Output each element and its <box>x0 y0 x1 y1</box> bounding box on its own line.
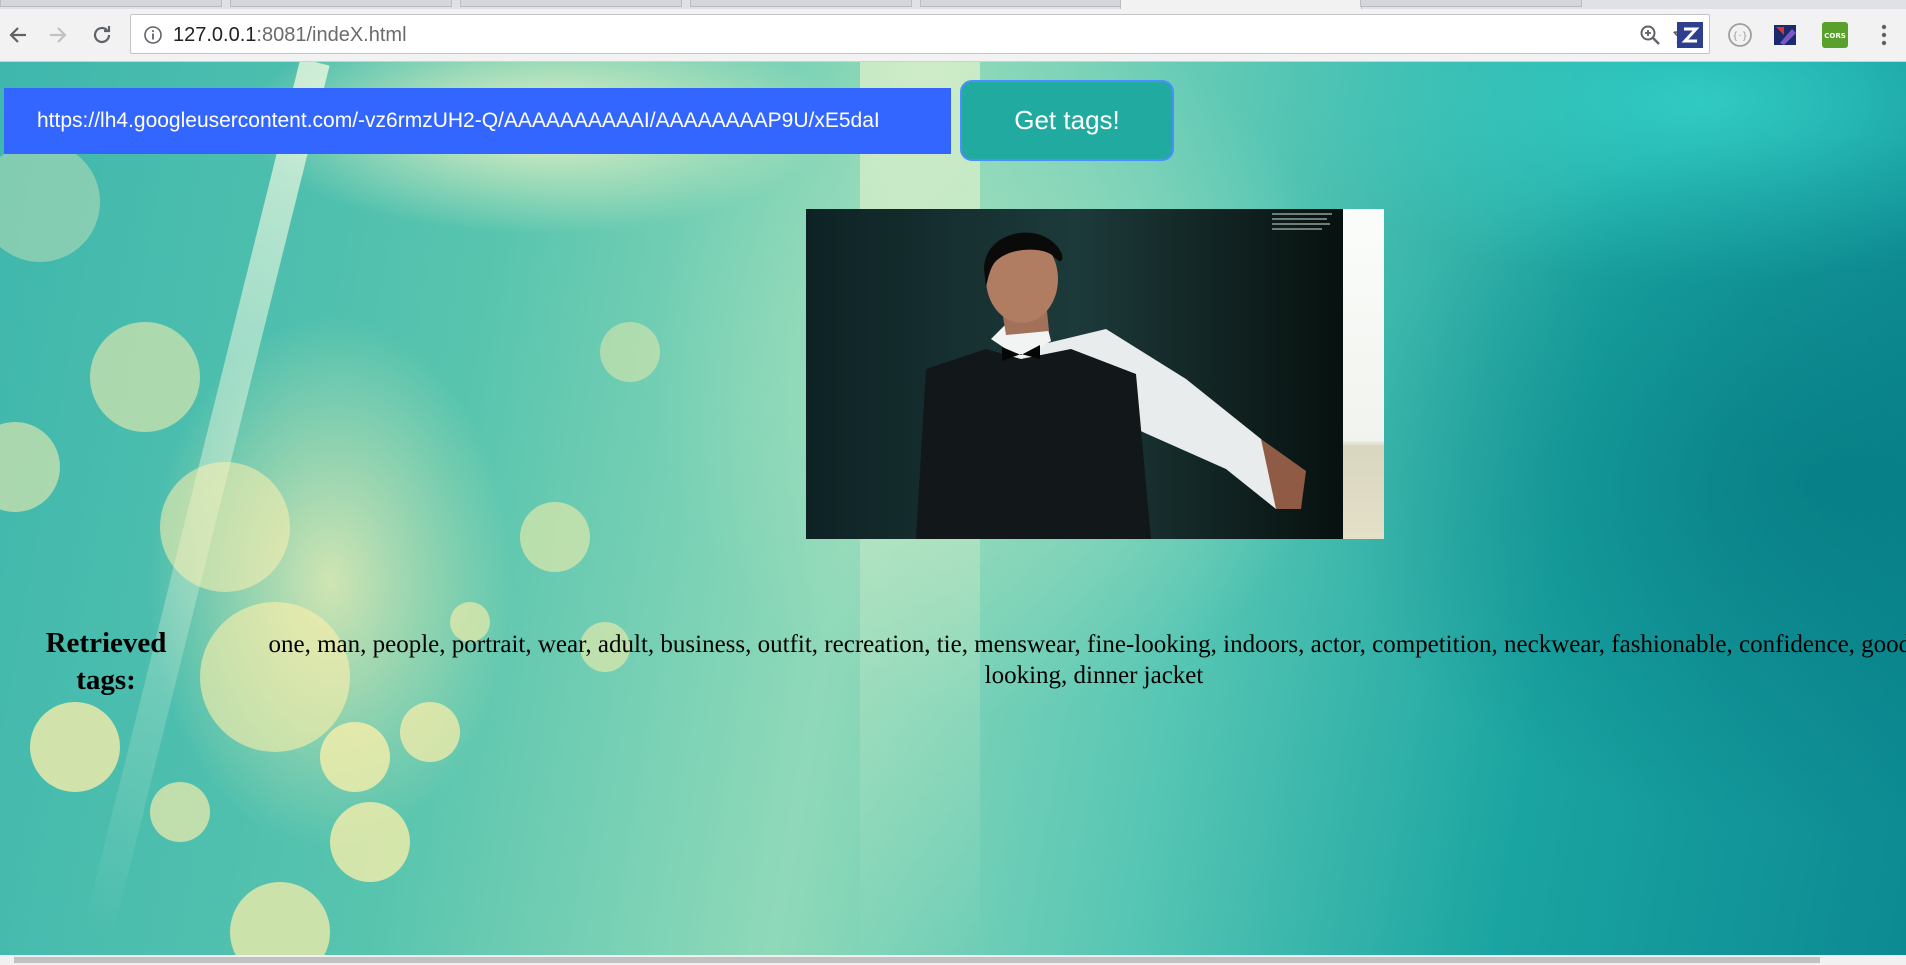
bokeh-circle <box>30 702 120 792</box>
json-viewer-button[interactable]: {·} <box>1722 17 1758 53</box>
bokeh-circle <box>90 322 200 432</box>
z-extension-button[interactable] <box>1672 17 1708 53</box>
browser-menu-button[interactable] <box>1866 17 1902 53</box>
tab[interactable] <box>460 0 682 7</box>
url-host: 127.0.0.1 <box>173 24 257 46</box>
tab-active[interactable] <box>1120 0 1362 9</box>
image-url-input[interactable] <box>4 88 951 154</box>
arrow-left-icon <box>9 27 26 43</box>
bokeh-circle <box>150 782 210 842</box>
back-button[interactable] <box>0 17 36 53</box>
svg-text:{·}: {·} <box>1732 31 1748 42</box>
json-viewer-icon: {·} <box>1728 23 1752 47</box>
address-bar[interactable]: 127.0.0.1:8081/indeX.html <box>130 14 1710 54</box>
browser-toolbar: 127.0.0.1:8081/indeX.html {·} CORS <box>0 9 1906 62</box>
svg-text:CORS: CORS <box>1824 32 1846 40</box>
bokeh-circle <box>330 802 410 882</box>
forward-button[interactable] <box>40 17 76 53</box>
browser-window: 127.0.0.1:8081/indeX.html {·} CORS https… <box>0 0 1906 965</box>
bokeh-circle <box>320 722 390 792</box>
light-beam <box>81 62 330 942</box>
reload-icon <box>93 26 111 44</box>
bokeh-circle <box>400 702 460 762</box>
info-icon[interactable] <box>143 25 163 45</box>
bokeh-circle <box>160 462 290 592</box>
arrow-right-icon <box>50 27 67 43</box>
tab[interactable] <box>0 0 222 7</box>
bokeh-circle <box>230 882 330 965</box>
cors-extension-icon: CORS <box>1822 22 1848 48</box>
tab[interactable] <box>230 0 452 7</box>
tab[interactable] <box>690 0 912 7</box>
retrieved-tags-label: Retrieved tags: <box>45 627 167 696</box>
bokeh-circle <box>520 502 590 572</box>
color-picker-button[interactable] <box>1768 17 1804 53</box>
tab[interactable] <box>1360 0 1582 7</box>
cors-extension-button[interactable]: CORS <box>1817 17 1853 53</box>
url-path: :8081/indeX.html <box>256 24 407 46</box>
bokeh-circle <box>600 322 660 382</box>
tab[interactable] <box>920 0 1122 7</box>
tab-strip <box>0 0 1906 9</box>
reload-button[interactable] <box>84 17 120 53</box>
bokeh-circle <box>0 142 100 262</box>
portrait-photo <box>806 209 1384 539</box>
zoom-icon[interactable] <box>1639 24 1661 46</box>
get-tags-button[interactable]: Get tags! <box>960 80 1174 161</box>
bokeh-circle <box>0 422 60 512</box>
horizontal-scrollbar[interactable] <box>0 955 1906 965</box>
page-background: Get tags! <box>0 62 1906 965</box>
scrollbar-thumb[interactable] <box>14 957 1820 963</box>
z-extension-icon <box>1677 22 1703 48</box>
color-picker-icon <box>1774 25 1796 45</box>
analyzed-image <box>806 209 1384 539</box>
retrieved-tags-list: one, man, people, portrait, wear, adult,… <box>268 631 1906 689</box>
address-url[interactable]: 127.0.0.1:8081/indeX.html <box>173 24 407 46</box>
kebab-menu-icon <box>1881 24 1887 46</box>
